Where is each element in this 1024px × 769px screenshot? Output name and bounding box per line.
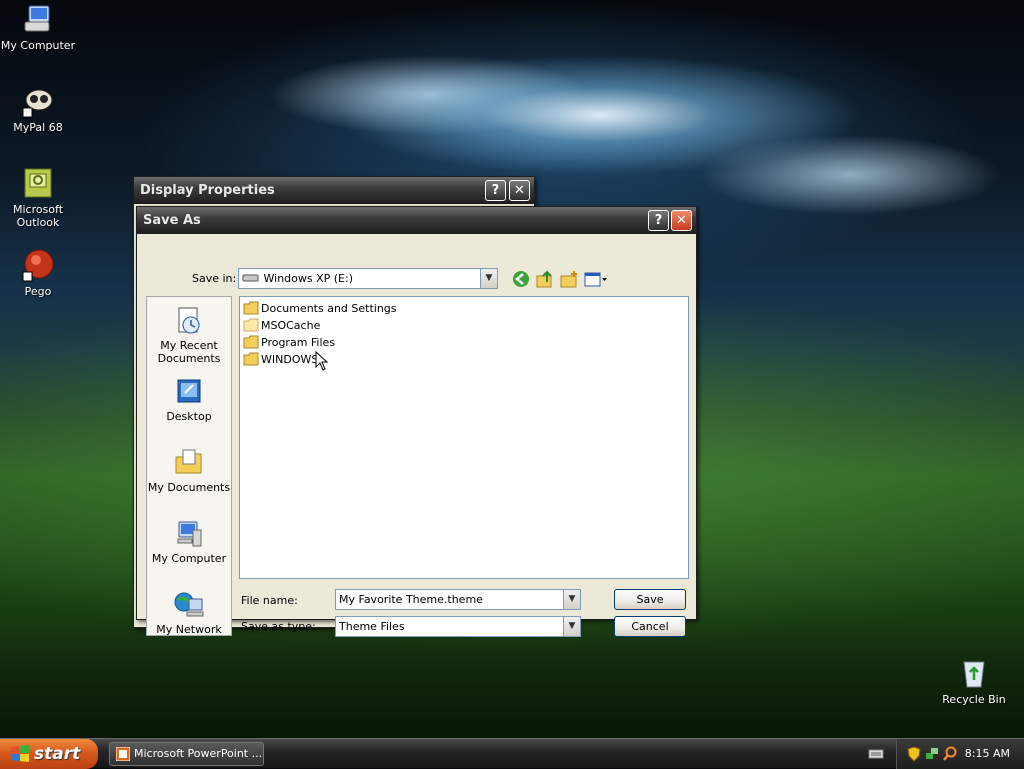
save-as-dialog: Save As ? ✕ Save in: Windows XP (E:) ▼ M… [136,206,697,637]
chevron-down-icon[interactable]: ▼ [563,590,580,609]
desktop-icon [177,379,201,403]
help-button[interactable]: ? [648,210,669,231]
chevron-down-icon[interactable]: ▼ [563,617,580,636]
chevron-down-icon[interactable]: ▼ [480,269,497,288]
cancel-button[interactable]: Cancel [614,616,686,637]
taskbar: start Microsoft PowerPoint ... 8:15 AM [0,738,1024,769]
place-my-network[interactable]: My Network [147,589,231,636]
my-documents-icon [175,449,202,474]
desktop-icon-recycle-bin[interactable]: Recycle Bin [936,656,1012,706]
place-label: My Network [156,623,222,636]
desktop-icon-label: My Computer [0,39,76,52]
save-type-value: Theme Files [339,620,405,633]
save-as-body: Save in: Windows XP (E:) ▼ My Recent Doc… [137,234,696,637]
file-name-input[interactable]: My Favorite Theme.theme ▼ [335,589,581,610]
drive-icon [242,274,259,282]
folder-icon [243,335,259,349]
help-button[interactable]: ? [485,180,506,201]
save-in-value: Windows XP (E:) [263,272,354,285]
task-label: Microsoft PowerPoint ... [134,747,263,760]
folder-icon [243,301,259,315]
taskbar-item-powerpoint[interactable]: Microsoft PowerPoint ... [109,742,264,766]
clock[interactable]: 8:15 AM [965,739,1010,769]
windows-logo-icon [11,745,29,762]
file-name-value: My Favorite Theme.theme [339,593,483,606]
outlook-icon [24,168,52,198]
security-shield-icon[interactable] [907,746,921,762]
pego-icon [22,249,54,282]
back-icon[interactable] [511,269,531,289]
file-name: WINDOWS [261,353,319,366]
place-label: My Documents [147,481,231,494]
save-as-titlebar[interactable]: Save As ? ✕ [137,207,696,234]
dialog-title: Save As [143,213,201,228]
mypal-browser-icon [22,89,53,118]
list-item[interactable]: MSOCache [243,317,320,334]
close-button[interactable]: ✕ [671,210,692,231]
network-icon [174,592,204,617]
folder-icon [243,352,259,366]
save-type-select[interactable]: Theme Files ▼ [335,616,581,637]
place-label: My Recent Documents [157,339,221,365]
place-my-documents[interactable]: My Documents [147,447,231,494]
keyboard-icon[interactable] [868,748,884,760]
mouse-cursor-icon [315,351,329,371]
list-item[interactable]: Documents and Settings [243,300,397,317]
desktop-icon-outlook[interactable]: Microsoft Outlook [0,166,76,229]
network-status-icon[interactable] [925,746,939,762]
places-bar: My Recent Documents Desktop My Documents… [146,296,232,636]
folder-icon [243,318,259,332]
save-type-label: Save as type: [241,620,316,633]
save-in-combo[interactable]: Windows XP (E:) ▼ [238,268,498,289]
place-label: Desktop [166,410,212,423]
file-name: Documents and Settings [261,302,397,315]
computer-icon [177,521,202,547]
powerpoint-icon [116,747,130,761]
start-button[interactable]: start [0,739,98,769]
place-my-computer[interactable]: My Computer [147,518,231,565]
desktop-icon-pego[interactable]: Pego [0,248,76,298]
file-list[interactable]: Documents and Settings MSOCache Program … [239,296,689,579]
file-name: MSOCache [261,319,321,332]
my-computer-icon [24,5,50,32]
new-folder-icon[interactable] [559,269,579,289]
start-label: start [34,744,81,764]
display-properties-titlebar[interactable]: Display Properties ? ✕ [134,177,534,204]
window-title: Display Properties [140,183,275,198]
place-my-recent-documents[interactable]: My Recent Documents [147,305,231,365]
views-menu-icon[interactable] [583,269,609,289]
place-desktop[interactable]: Desktop [147,376,231,423]
desktop-icon-my-computer[interactable]: My Computer [0,2,76,52]
desktop-icon-mypal[interactable]: MyPal 68 [0,84,76,134]
place-label: My Computer [151,552,227,565]
recycle-bin-icon [963,661,985,688]
desktop-icon-label: MyPal 68 [13,121,63,134]
save-button[interactable]: Save [614,589,686,610]
system-tray: 8:15 AM [896,739,1024,769]
close-button[interactable]: ✕ [509,180,530,201]
desktop-icon-label: Microsoft Outlook [12,203,64,229]
desktop-icon-label: Recycle Bin [942,693,1006,706]
list-item[interactable]: WINDOWS [243,351,318,368]
recent-documents-icon [178,307,200,334]
list-item[interactable]: Program Files [243,334,335,351]
file-name-label: File name: [241,594,298,607]
save-in-label: Save in: [192,272,237,285]
desktop-icon-label: Pego [24,285,52,298]
file-name: Program Files [261,336,336,349]
up-folder-icon[interactable] [535,269,555,289]
search-icon[interactable] [943,746,957,762]
